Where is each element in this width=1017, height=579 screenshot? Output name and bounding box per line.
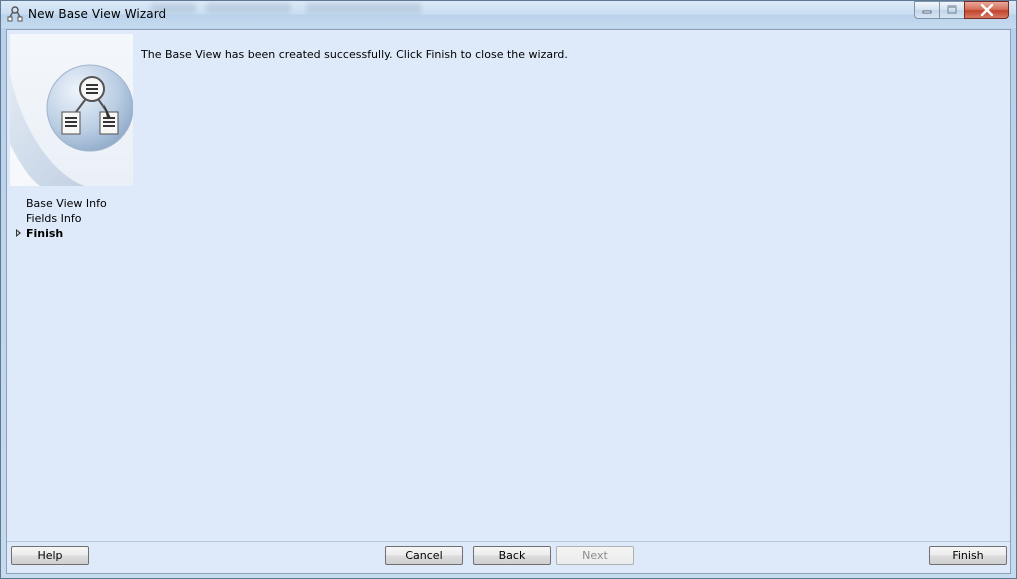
triangle-right-icon <box>16 229 21 237</box>
minimize-icon <box>922 10 932 14</box>
maximize-button[interactable] <box>939 1 965 19</box>
wizard-content: Base View Info Fields Info Finish The Ba… <box>6 29 1011 574</box>
background-blur <box>206 3 291 13</box>
step-finish: Finish <box>16 226 107 241</box>
step-base-view-info: Base View Info <box>26 197 107 210</box>
wizard-app-icon <box>7 6 23 22</box>
finish-button[interactable]: Finish <box>929 546 1007 565</box>
step-finish-label: Finish <box>26 227 64 240</box>
next-button[interactable]: Next <box>556 546 634 565</box>
wizard-window: New Base View Wizard Base View Info Fiel… <box>0 0 1017 579</box>
button-bar-divider <box>7 541 1010 542</box>
back-button[interactable]: Back <box>473 546 551 565</box>
help-button[interactable]: Help <box>11 546 89 565</box>
title-bar[interactable]: New Base View Wizard <box>1 1 1016 28</box>
minimize-button[interactable] <box>914 1 940 19</box>
background-blur <box>306 3 421 13</box>
step-fields-info: Fields Info <box>26 212 82 225</box>
wizard-steps: Base View Info Fields Info Finish <box>16 196 107 241</box>
background-blur <box>151 3 196 13</box>
close-button[interactable] <box>964 1 1009 19</box>
close-icon <box>980 4 993 16</box>
success-message: The Base View has been created successfu… <box>141 48 568 61</box>
base-view-diagram-icon <box>10 34 133 186</box>
caption-buttons <box>914 1 1009 20</box>
maximize-icon <box>947 5 957 14</box>
cancel-button[interactable]: Cancel <box>385 546 463 565</box>
window-title: New Base View Wizard <box>28 7 167 21</box>
